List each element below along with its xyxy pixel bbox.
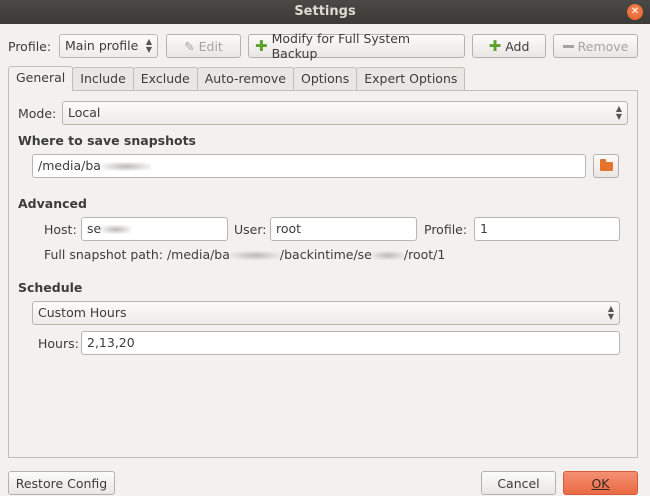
tab-general[interactable]: General: [8, 66, 74, 91]
hours-input[interactable]: 2,13,20: [81, 331, 620, 355]
close-button[interactable]: ✕: [627, 4, 643, 20]
settings-window: Settings ✕ Profile: Main profile ▲ ▼ ✎ Ed…: [0, 0, 650, 496]
snapshot-path-input[interactable]: /media/ba: [32, 154, 586, 178]
advanced-heading: Advanced: [18, 196, 87, 211]
redacted-text: [229, 251, 280, 260]
schedule-select[interactable]: Custom Hours ▲ ▼: [32, 301, 620, 325]
mode-label: Mode:: [18, 106, 57, 121]
ok-button[interactable]: OK: [563, 471, 638, 495]
full-path-start: /media/ba: [166, 247, 230, 262]
browse-folder-button[interactable]: [593, 154, 619, 178]
tab-exclude[interactable]: Exclude: [132, 67, 198, 90]
spin-arrows-icon: ▲ ▼: [615, 104, 622, 121]
profile-select-value: Main profile: [65, 38, 139, 53]
tab-expert-options[interactable]: Expert Options: [356, 67, 466, 90]
remove-button-label: Remove: [577, 38, 629, 54]
schedule-select-value: Custom Hours: [38, 305, 127, 320]
redacted-text: [100, 162, 151, 171]
ssh-profile-value: 1: [480, 221, 488, 236]
schedule-heading: Schedule: [18, 280, 83, 295]
mode-select-value: Local: [68, 105, 101, 120]
restore-config-button[interactable]: Restore Config: [8, 471, 115, 495]
host-label: Host:: [44, 222, 77, 237]
tab-auto-remove[interactable]: Auto-remove: [196, 67, 294, 90]
remove-profile-button[interactable]: Remove: [553, 34, 638, 58]
window-title: Settings: [294, 4, 356, 19]
user-label: User:: [234, 222, 267, 237]
mode-select[interactable]: Local ▲ ▼: [62, 101, 628, 125]
title-bar: Settings ✕: [0, 0, 650, 24]
minus-icon: [562, 44, 574, 48]
spin-arrows-icon: ▲ ▼: [145, 37, 152, 54]
pencil-icon: ✎: [184, 38, 195, 54]
restore-config-label: Restore Config: [15, 475, 108, 491]
full-path-end: /root/1: [403, 247, 446, 262]
tab-bar: General Include Exclude Auto-remove Opti…: [8, 66, 466, 91]
edit-button[interactable]: ✎ Edit: [166, 34, 241, 58]
ssh-profile-label: Profile:: [424, 222, 468, 237]
close-icon: ✕: [630, 6, 640, 17]
plus-icon: ✚: [488, 37, 502, 55]
hours-label: Hours:: [38, 336, 79, 351]
modify-full-system-button[interactable]: ✚ Modify for Full System Backup: [248, 31, 465, 61]
spin-arrows-icon: ▲ ▼: [607, 304, 614, 321]
full-snapshot-path: Full snapshot path: /media/ba/backintime…: [44, 247, 445, 262]
folder-icon: [600, 159, 613, 171]
profile-select[interactable]: Main profile ▲ ▼: [59, 34, 158, 58]
profile-label: Profile:: [8, 39, 52, 54]
host-input[interactable]: se: [81, 217, 228, 241]
full-path-label: Full snapshot path:: [44, 247, 163, 262]
cancel-button[interactable]: Cancel: [481, 471, 556, 495]
redacted-text: [101, 225, 132, 234]
edit-button-label: Edit: [198, 38, 223, 54]
add-profile-button[interactable]: ✚ Add: [472, 34, 546, 58]
plus-icon: ✚: [255, 37, 268, 55]
host-value: se: [87, 221, 102, 236]
ok-button-label: OK: [591, 475, 610, 491]
modify-button-label: Modify for Full System Backup: [271, 31, 411, 61]
ssh-profile-input[interactable]: 1: [474, 217, 620, 241]
full-path-mid: /backintime/se: [279, 247, 372, 262]
user-value: root: [276, 221, 302, 236]
add-button-label: Add: [505, 38, 530, 54]
redacted-text: [371, 251, 404, 260]
hours-value: 2,13,20: [87, 335, 135, 350]
tab-options[interactable]: Options: [292, 67, 358, 90]
user-input[interactable]: root: [270, 217, 417, 241]
cancel-button-label: Cancel: [497, 475, 540, 491]
snapshot-path-value: /media/ba: [38, 158, 101, 173]
tab-include[interactable]: Include: [72, 67, 134, 90]
where-to-save-heading: Where to save snapshots: [18, 133, 196, 148]
